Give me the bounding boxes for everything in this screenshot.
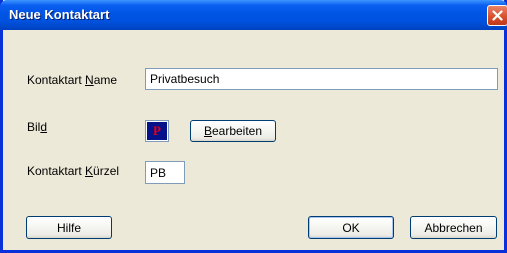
name-label-accesskey: N (85, 73, 94, 87)
bild-label-accesskey: d (40, 120, 48, 134)
edit-image-button[interactable]: Bearbeiten (190, 120, 276, 142)
bild-preview-letter: P (153, 123, 161, 138)
name-label-rest: ame (93, 73, 118, 87)
close-button[interactable] (487, 5, 507, 26)
kuerzel-label-rest: ürzel (93, 164, 120, 178)
bild-label: Bild (27, 120, 47, 134)
bild-preview-image: P (146, 121, 168, 141)
window-title: Neue Kontaktart (9, 7, 110, 22)
edit-button-accesskey: B (203, 124, 212, 138)
help-button[interactable]: Hilfe (26, 216, 112, 239)
name-input[interactable] (145, 68, 498, 90)
kuerzel-label: Kontaktart Kürzel (27, 164, 119, 178)
edit-button-label: earbeiten (211, 124, 263, 138)
kuerzel-label-text: Kontaktart (27, 164, 86, 178)
ok-button[interactable]: OK (308, 216, 394, 239)
name-label: Kontaktart Name (27, 73, 117, 87)
bild-label-text: Bil (27, 120, 41, 134)
cancel-button[interactable]: Abbrechen (410, 216, 497, 239)
name-label-text: Kontaktart (27, 73, 86, 87)
kuerzel-input[interactable] (145, 161, 185, 184)
kuerzel-label-accesskey: K (85, 164, 94, 178)
title-bar[interactable]: Neue Kontaktart (0, 0, 507, 30)
close-icon (492, 10, 503, 21)
